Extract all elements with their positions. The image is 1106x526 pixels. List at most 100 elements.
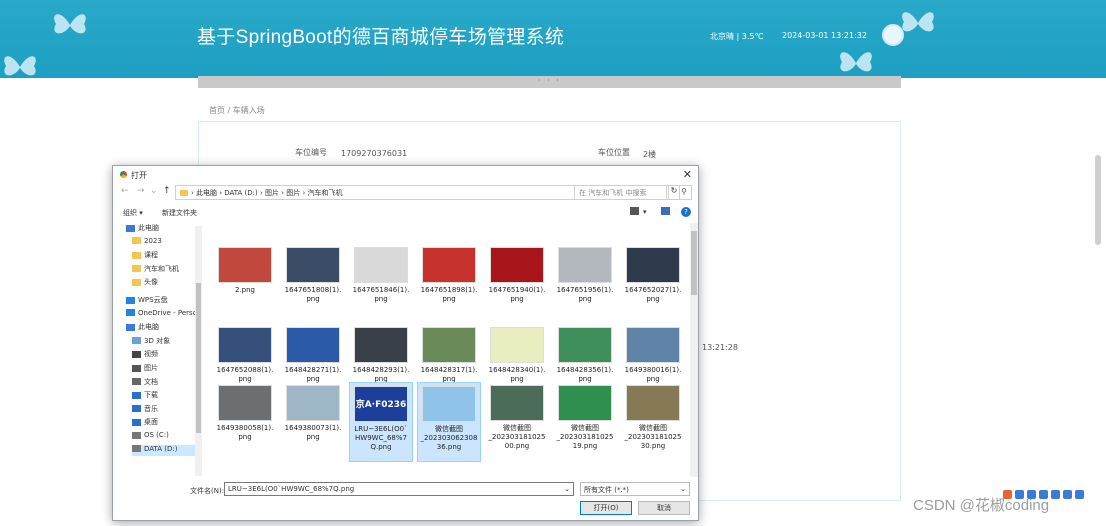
ime-menu-icon[interactable] xyxy=(1075,490,1084,499)
nav-item[interactable]: DATA (D:) xyxy=(132,444,202,456)
nav-item[interactable]: WPS云盘 xyxy=(126,295,168,306)
file-item[interactable]: 微信截图 _202303181025 19.png xyxy=(553,382,617,462)
nav-item-label: 音乐 xyxy=(144,404,158,413)
ime-lang-icon[interactable] xyxy=(1015,490,1024,499)
download-icon xyxy=(132,391,141,399)
nav-item-label: OS (C:) xyxy=(144,431,169,439)
nav-pane-scrollbar[interactable] xyxy=(195,226,202,476)
dialog-titlebar: 打开 ✕ xyxy=(113,166,698,183)
nav-item[interactable]: 此电脑 xyxy=(126,223,159,234)
file-item[interactable]: 1647652027(1). png xyxy=(621,244,685,324)
filename-label: 文件名(N): xyxy=(190,487,225,495)
file-item[interactable]: 1647651940(1). png xyxy=(485,244,549,324)
butterfly-decoration-icon xyxy=(54,14,86,34)
nav-item[interactable]: 课程 xyxy=(132,250,158,261)
file-item[interactable]: 微信截图 _202303181025 00.png xyxy=(485,382,549,462)
nav-item[interactable]: 3D 对象 xyxy=(132,336,170,347)
file-item[interactable]: 微信截图 _202303181025 30.png xyxy=(621,382,685,462)
ime-skin-icon[interactable] xyxy=(1063,490,1072,499)
nav-item[interactable]: 图片 xyxy=(132,363,158,374)
filename-value: LRU~3E6L(O0`HW9WC_68%7Q.png xyxy=(228,485,355,493)
file-thumbnail xyxy=(218,327,272,363)
file-thumbnail xyxy=(422,327,476,363)
file-grid: 2.png 1647651808(1). png 1647651846(1). pn… xyxy=(210,223,688,477)
file-item[interactable]: 1649380058(1). png xyxy=(213,382,277,462)
nav-item-label: 桌面 xyxy=(144,418,158,427)
file-item[interactable]: 1647651846(1). png xyxy=(349,244,413,324)
ime-mic-icon[interactable] xyxy=(1039,490,1048,499)
file-item[interactable]: 京A·F0236 LRU~3E6L(O0` HW9WC_68%7 Q.png xyxy=(349,382,413,462)
nav-item-label: 此电脑 xyxy=(138,224,159,232)
ime-keyboard-icon[interactable] xyxy=(1051,490,1060,499)
new-folder-button[interactable]: 新建文件夹 xyxy=(162,208,197,218)
ime-punct-icon[interactable] xyxy=(1027,490,1036,499)
image-icon xyxy=(132,364,141,372)
slot-location-value: 2楼 xyxy=(643,150,657,159)
file-grid-scrollbar[interactable] xyxy=(690,223,698,477)
view-chevron-icon[interactable]: ▾ xyxy=(643,208,647,216)
nav-item[interactable]: 音乐 xyxy=(132,404,158,415)
organize-button[interactable]: 组织 ▾ xyxy=(123,208,143,218)
butterfly-decoration-icon xyxy=(902,12,934,32)
nav-item[interactable]: 头像 xyxy=(132,277,158,288)
nav-item-label: WPS云盘 xyxy=(138,296,168,304)
nav-item[interactable]: 下载 xyxy=(132,390,158,401)
file-item[interactable]: 1649380073(1). png xyxy=(281,382,345,462)
navigation-pane: 此电脑 2023 课程汽车和飞机头像 WPS云盘 OneDrive - Persc 此电脑… xyxy=(126,223,204,477)
filetype-value: 所有文件 (*.*) xyxy=(584,486,629,494)
ime-toolbar xyxy=(1003,490,1103,504)
file-item[interactable]: 微信截图 _202303062308 36.png xyxy=(417,382,481,462)
back-arrow-icon[interactable]: ← xyxy=(121,186,129,196)
chevron-down-icon[interactable]: ⌄ xyxy=(564,485,570,493)
nav-item[interactable]: 视频 xyxy=(132,349,158,360)
page-scrollbar[interactable] xyxy=(1095,155,1101,245)
file-thumbnail xyxy=(558,247,612,283)
nav-item-label: 3D 对象 xyxy=(144,336,171,345)
nav-item[interactable]: OneDrive - Persc xyxy=(126,309,197,320)
search-input[interactable]: 在 汽车和飞机 中搜索 ⚲ xyxy=(574,185,692,200)
nav-item-label: 文档 xyxy=(144,377,158,386)
file-item[interactable]: 2.png xyxy=(213,244,277,324)
nav-item[interactable]: 汽车和飞机 xyxy=(132,264,179,275)
cube-icon xyxy=(132,337,141,345)
file-name: 1647652027(1). png xyxy=(624,286,682,303)
license-plate-text: 京A·F0236 xyxy=(355,400,407,410)
computer-icon xyxy=(126,323,135,331)
butterfly-decoration-icon xyxy=(4,56,36,76)
breadcrumb[interactable]: 首页 / 车辆入场 xyxy=(209,105,265,116)
datetime-text: 2024-03-01 13:21:32 xyxy=(782,31,867,40)
nav-item-label: 汽车和飞机 xyxy=(144,264,179,273)
filetype-select[interactable]: 所有文件 (*.*) ⌄ xyxy=(580,482,690,496)
forward-arrow-icon[interactable]: → xyxy=(137,186,145,196)
file-name: 1647651956(1). png xyxy=(556,286,614,303)
search-placeholder: 在 汽车和飞机 中搜索 xyxy=(579,189,647,197)
collapse-bar[interactable]: · · · xyxy=(198,76,901,88)
nav-item[interactable]: 桌面 xyxy=(132,417,158,428)
file-item[interactable]: 1647651808(1). png xyxy=(281,244,345,324)
ime-logo-icon[interactable] xyxy=(1003,490,1012,499)
help-icon[interactable]: ? xyxy=(681,207,691,217)
file-name: 1647651940(1). png xyxy=(488,286,546,303)
filename-input[interactable]: LRU~3E6L(O0`HW9WC_68%7Q.png ⌄ xyxy=(224,482,574,496)
file-item[interactable]: 1647651898(1). png xyxy=(417,244,481,324)
file-name: 2.png xyxy=(234,286,255,294)
open-button[interactable]: 打开(O) xyxy=(580,501,632,515)
nav-item[interactable]: OS (C:) xyxy=(132,431,169,442)
close-icon[interactable]: ✕ xyxy=(683,168,692,181)
nav-item[interactable]: 此电脑 xyxy=(126,322,159,333)
power-icon[interactable] xyxy=(882,24,904,46)
dialog-title: 打开 xyxy=(131,171,147,180)
view-options-icon[interactable] xyxy=(630,207,639,215)
music-icon xyxy=(132,405,141,413)
up-arrow-icon[interactable]: ↑ xyxy=(163,186,171,196)
app-title: 基于SpringBoot的德百商城停车场管理系统 xyxy=(197,27,565,48)
file-thumbnail xyxy=(422,386,476,422)
file-name: 1649380058(1). png xyxy=(216,424,274,441)
cancel-button[interactable]: 取消 xyxy=(638,501,690,515)
recent-chevron-icon[interactable]: ⌄ xyxy=(150,186,158,196)
preview-pane-icon[interactable] xyxy=(661,207,670,215)
file-item[interactable]: 1647651956(1). png xyxy=(553,244,617,324)
nav-item[interactable]: 2023 xyxy=(132,237,162,248)
nav-item[interactable]: 文档 xyxy=(132,377,158,388)
nav-item-label: 课程 xyxy=(144,251,158,260)
